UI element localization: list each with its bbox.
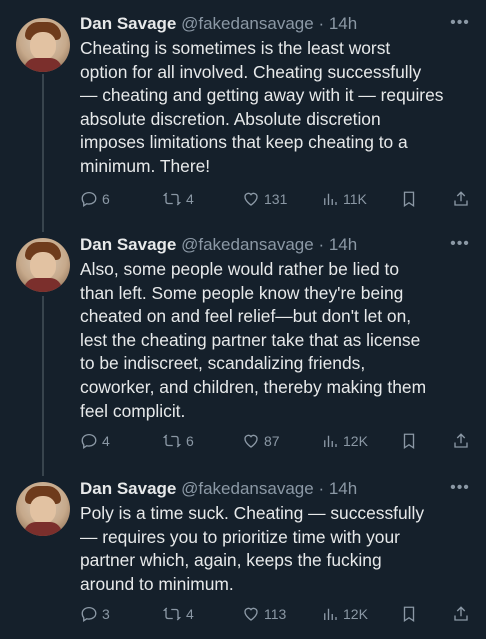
- heart-icon: [242, 432, 260, 450]
- reply-button[interactable]: 3: [80, 602, 110, 626]
- share-button[interactable]: [452, 602, 470, 626]
- reply-count: 6: [102, 191, 110, 207]
- share-button[interactable]: [452, 429, 470, 453]
- tweet-text-line: Also, some people would rather be lied t…: [80, 259, 400, 279]
- tweet-text-line: cheated on and feel relief—but don't let…: [80, 306, 412, 327]
- views-icon: [321, 605, 339, 623]
- more-dots-icon[interactable]: •••: [448, 236, 472, 257]
- tweet-text-line: Poly is a time suck. Cheating — successf…: [80, 503, 425, 523]
- tweet-actions: 4 6 87 12K: [80, 429, 480, 453]
- like-button[interactable]: 87: [242, 429, 280, 453]
- reply-icon: [80, 190, 98, 208]
- share-icon: [452, 190, 470, 208]
- retweet-icon: [162, 432, 182, 450]
- timestamp[interactable]: · 14h: [318, 479, 357, 498]
- avatar[interactable]: [16, 482, 70, 536]
- tweet-text-line: than left. Some people know they're bein…: [80, 282, 404, 303]
- timestamp[interactable]: · 14h: [318, 14, 357, 33]
- author-name[interactable]: Dan Savage: [80, 14, 176, 33]
- tweet[interactable]: Dan Savage @fakedansavage · 14h ••• Chea…: [0, 0, 486, 228]
- views-count: 12K: [343, 606, 368, 622]
- tweet-text-line: — requires you to prioritize time with y…: [80, 526, 400, 547]
- tweet-text-line: around to minimum.: [80, 573, 234, 594]
- bookmark-button[interactable]: [400, 429, 418, 453]
- reply-count: 4: [102, 433, 110, 449]
- views-count: 12K: [343, 433, 368, 449]
- retweet-count: 4: [186, 191, 194, 207]
- tweet-text-line: coworker, and children, thereby making t…: [80, 376, 427, 397]
- bookmark-icon: [400, 190, 418, 208]
- tweet-actions: 3 4 113 12K: [80, 602, 480, 626]
- like-count: 113: [264, 606, 287, 622]
- views-button[interactable]: 12K: [321, 429, 368, 453]
- retweet-count: 6: [186, 433, 194, 449]
- reply-button[interactable]: 6: [80, 187, 110, 211]
- views-icon: [321, 432, 339, 450]
- tweet-header: Dan Savage @fakedansavage · 14h: [80, 12, 357, 36]
- timestamp[interactable]: · 14h: [318, 235, 357, 254]
- retweet-button[interactable]: 4: [162, 602, 194, 626]
- author-handle[interactable]: @fakedansavage: [181, 479, 314, 498]
- views-count: 11K: [343, 191, 367, 207]
- share-button[interactable]: [452, 187, 470, 211]
- tweet-actions: 6 4 131 11K: [80, 187, 480, 211]
- retweet-icon: [162, 190, 182, 208]
- bookmark-icon: [400, 432, 418, 450]
- heart-icon: [242, 605, 260, 623]
- views-button[interactable]: 12K: [321, 602, 368, 626]
- share-icon: [452, 432, 470, 450]
- tweet-text-line: option for all involved. Cheating succes…: [80, 61, 422, 82]
- tweet-text-line: to be indiscreet, scandalizing friends,: [80, 353, 366, 374]
- tweet-text-line: — cheating and getting away with it — re…: [80, 85, 444, 106]
- tweet-text: Also, some people would rather be lied t…: [80, 258, 475, 423]
- tweet-header: Dan Savage @fakedansavage · 14h: [80, 233, 357, 257]
- tweet-text-line: lest the cheating partner take that as l…: [80, 329, 421, 350]
- like-count: 131: [264, 191, 288, 207]
- more-dots-icon[interactable]: •••: [448, 480, 472, 501]
- views-button[interactable]: 11K: [321, 187, 367, 211]
- tweet-text-line: absolute discretion. Absolute discretion: [80, 108, 381, 129]
- retweet-button[interactable]: 6: [162, 429, 194, 453]
- tweet-header: Dan Savage @fakedansavage · 14h: [80, 477, 357, 501]
- like-button[interactable]: 113: [242, 602, 286, 626]
- avatar[interactable]: [16, 18, 70, 72]
- share-icon: [452, 605, 470, 623]
- retweet-button[interactable]: 4: [162, 187, 194, 211]
- author-handle[interactable]: @fakedansavage: [181, 14, 314, 33]
- tweet-text-line: minimum. There!: [80, 155, 211, 176]
- reply-button[interactable]: 4: [80, 429, 110, 453]
- heart-icon: [242, 190, 260, 208]
- tweet-text: Cheating is sometimes is the least worst…: [80, 37, 475, 179]
- bookmark-icon: [400, 605, 418, 623]
- author-handle[interactable]: @fakedansavage: [181, 235, 314, 254]
- avatar[interactable]: [16, 238, 70, 292]
- reply-icon: [80, 432, 98, 450]
- author-name[interactable]: Dan Savage: [80, 235, 176, 254]
- reply-count: 3: [102, 606, 110, 622]
- tweet-text-line: feel complicit.: [80, 400, 186, 421]
- tweet-text: Poly is a time suck. Cheating — successf…: [80, 502, 475, 596]
- views-icon: [321, 190, 339, 208]
- more-dots-icon[interactable]: •••: [448, 15, 472, 36]
- author-name[interactable]: Dan Savage: [80, 479, 176, 498]
- like-button[interactable]: 131: [242, 187, 287, 211]
- bookmark-button[interactable]: [400, 187, 418, 211]
- tweet-text-line: Cheating is sometimes is the least worst: [80, 38, 391, 58]
- tweet[interactable]: Dan Savage @fakedansavage · 14h ••• Also…: [0, 228, 486, 474]
- tweet-text-line: partner which, again, keeps the fucking: [80, 550, 382, 571]
- bookmark-button[interactable]: [400, 602, 418, 626]
- tweet-text-line: imposes limitations that keep cheating t…: [80, 132, 408, 153]
- reply-icon: [80, 605, 98, 623]
- retweet-icon: [162, 605, 182, 623]
- retweet-count: 4: [186, 606, 194, 622]
- tweet[interactable]: Dan Savage @fakedansavage · 14h ••• Poly…: [0, 474, 486, 639]
- like-count: 87: [264, 433, 280, 449]
